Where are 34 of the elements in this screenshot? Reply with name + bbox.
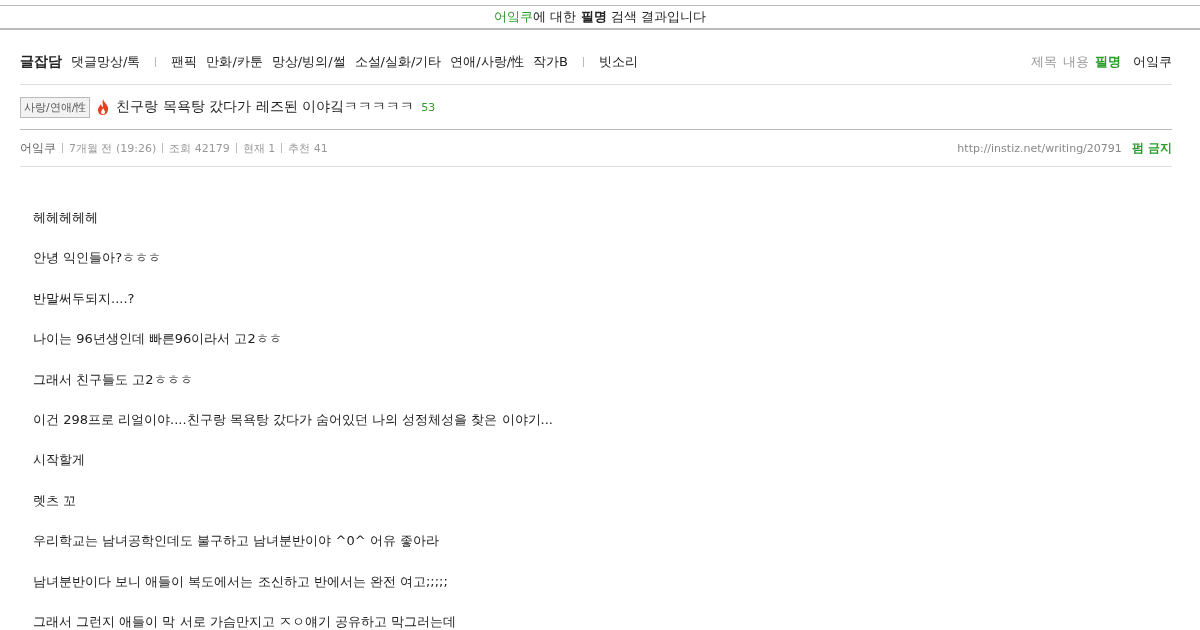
body-paragraph: 이건 298프로 리얼이야....친구랑 목욕탕 갔다가 숨어있던 나의 성정체성을 찾은 이야기... <box>33 410 554 429</box>
body-paragraph: 헤헤헤헤헤 <box>33 209 99 227</box>
post-url: http://instiz.net/writing/20791 <box>957 141 1122 155</box>
body-paragraph: 남녀분반이다 보니 애들이 복도에서는 조신하고 반에서는 완전 여고;;;;; <box>33 572 449 591</box>
body-paragraph: 안녕 익인들아?ㅎㅎㅎ <box>33 249 163 268</box>
search-scope-option[interactable]: 필명 <box>1095 53 1121 71</box>
post-title: 친구랑 목욕탕 갔다가 레즈된 이야깈ㅋㅋㅋㅋㅋ <box>116 98 415 116</box>
category-link[interactable]: 팬픽 <box>171 53 198 71</box>
board-home-link[interactable]: 글잡담 <box>20 53 62 71</box>
comment-count: 53 <box>421 100 436 114</box>
search-query: 어잌쿠 <box>1133 53 1172 71</box>
body-paragraph: 그래서 친구들도 고2ㅎㅎㅎ <box>33 370 194 389</box>
banner-text: 에 대한 필명 검색 결과입니다 <box>533 8 706 26</box>
post-meta: 추천 41 <box>288 140 328 156</box>
search-term: 어잌쿠 <box>494 8 534 26</box>
category-tag[interactable]: 사랑/연애/性 <box>20 96 91 118</box>
category-link[interactable]: 작가B <box>533 53 568 71</box>
body-paragraph: 나이는 96년생인데 빠른96이라서 고2ㅎㅎ <box>33 330 283 349</box>
category-link[interactable]: 소설/실화/기타 <box>354 53 442 71</box>
post-meta: 현재 1 <box>242 140 276 156</box>
body-paragraph: 반말써두되지....? <box>33 289 136 308</box>
body-paragraph: 우리학교는 남녀공학인데도 불구하고 남녀분반이야 ^0^ 어유 좋아라 <box>33 532 440 551</box>
post-author: 어잌쿠 <box>20 139 56 157</box>
category-link[interactable]: 연애/사랑/性 <box>450 53 525 71</box>
category-link[interactable]: 빗소리 <box>599 53 638 71</box>
post-meta: 조회 42179 <box>169 140 230 156</box>
body-paragraph: 렛츠 꼬 <box>33 491 78 510</box>
body-paragraph: 그래서 그런지 애들이 막 서로 가슴만지고 ㅈㅇ얘기 공유하고 막그러는데 <box>33 612 458 630</box>
category-link[interactable]: 만화/카툰 <box>206 53 263 71</box>
post-meta: 7개월 전 (19:26) <box>69 140 157 156</box>
body-paragraph: 시작할게 <box>33 451 86 470</box>
copy-notice: 펌 금지 <box>1131 139 1172 157</box>
category-link[interactable]: 망상/빙의/썰 <box>271 53 346 71</box>
category-link[interactable]: 댓글망상/톡 <box>71 53 141 71</box>
